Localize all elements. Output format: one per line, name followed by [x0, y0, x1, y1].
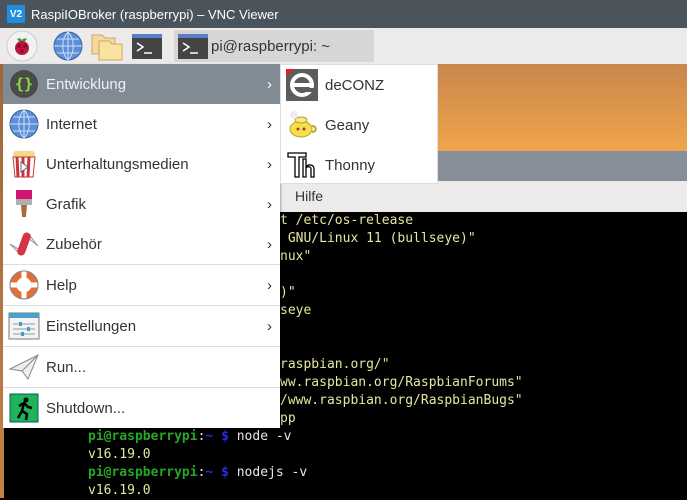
prompt-dollar: $	[221, 429, 229, 444]
window-title: RaspiIOBroker (raspberrypi) – VNC Viewer	[31, 6, 279, 22]
menu-item-zubehoer[interactable]: Zubehör ›	[3, 224, 280, 264]
file-manager-button[interactable]	[90, 30, 124, 62]
terminal-line: GNU/Linux 11 (bullseye)"	[280, 231, 476, 246]
submenu-item-label: Geany	[325, 116, 370, 134]
menu-item-label: Einstellungen	[46, 317, 137, 335]
submenu-item-thonny[interactable]: Thonny	[281, 145, 437, 185]
chevron-right-icon: ›	[267, 235, 272, 253]
terminal-launcher-button[interactable]	[130, 30, 164, 62]
menu-item-einstellungen[interactable]: Einstellungen ›	[3, 306, 280, 346]
chevron-right-icon: ›	[267, 195, 272, 213]
menu-item-entwicklung[interactable]: {} Entwicklung ›	[3, 64, 280, 104]
prompt-command: nodejs -v	[228, 465, 308, 480]
menu-item-label: Unterhaltungsmedien	[46, 155, 189, 173]
terminal-icon	[178, 34, 208, 59]
chevron-right-icon: ›	[267, 317, 272, 335]
vnc-logo-icon: V2	[7, 5, 25, 23]
prompt-user: pi@raspberrypi	[88, 465, 198, 480]
svg-text:{}: {}	[15, 75, 33, 93]
globe-icon	[53, 31, 83, 61]
terminal-line: )"	[280, 285, 296, 300]
menu-item-label: Internet	[46, 115, 97, 133]
menu-item-grafik[interactable]: Grafik ›	[3, 184, 280, 224]
application-menu: {} Entwicklung › Internet › Unterhaltungsm…	[3, 64, 280, 428]
paper-plane-icon	[8, 351, 40, 383]
submenu-item-label: deCONZ	[325, 76, 385, 94]
popcorn-icon	[8, 148, 40, 180]
submenu-item-geany[interactable]: Geany	[281, 105, 437, 145]
geany-teapot-icon	[286, 109, 318, 141]
menu-item-label: Grafik	[46, 195, 87, 213]
prompt-user: pi@raspberrypi	[88, 429, 198, 444]
terminal-line: nux"	[280, 249, 312, 264]
menu-help[interactable]: Hilfe	[295, 188, 323, 204]
exit-running-man-icon	[8, 392, 40, 424]
entwicklung-submenu: deCONZ Geany Thonny	[280, 64, 438, 184]
browser-button[interactable]	[51, 30, 85, 62]
prompt-command: node -v	[228, 429, 292, 444]
menu-item-run[interactable]: Run...	[3, 347, 280, 387]
menu-item-label: Help	[46, 276, 77, 294]
paintbrush-icon	[8, 188, 40, 220]
terminal-output-line: v16.19.0	[88, 483, 151, 498]
menu-item-label: Shutdown...	[46, 399, 126, 417]
chevron-right-icon: ›	[267, 115, 272, 133]
menu-item-internet[interactable]: Internet ›	[3, 104, 280, 144]
prompt-path: ~	[205, 429, 214, 444]
terminal-line: seye	[280, 303, 312, 318]
menu-item-help[interactable]: Help ›	[3, 265, 280, 305]
menu-item-label: Entwicklung	[46, 75, 127, 93]
thonny-icon	[286, 149, 318, 181]
taskbar-terminal-task[interactable]: pi@raspberrypi: ~	[174, 30, 374, 62]
prompt-path: ~	[205, 465, 214, 480]
globe-icon	[8, 108, 40, 140]
code-braces-icon: {}	[8, 68, 40, 100]
terminal-prompt-line: pi@raspberrypi:~ $ nodejs -v	[88, 464, 307, 482]
terminal-line: /www.raspbian.org/RaspbianBugs"	[280, 393, 523, 408]
terminal-line: pp	[280, 411, 296, 426]
menu-item-unterhaltungsmedien[interactable]: Unterhaltungsmedien ›	[3, 144, 280, 184]
menu-item-shutdown[interactable]: Shutdown...	[3, 388, 280, 428]
menu-item-label: Run...	[46, 358, 87, 376]
taskbar-panel: pi@raspberrypi: ~	[0, 28, 687, 64]
raspberry-menu-icon	[6, 30, 38, 62]
chevron-right-icon: ›	[267, 276, 272, 294]
submenu-item-deconz[interactable]: deCONZ	[281, 65, 437, 105]
window-titlebar: V2 RaspiIOBroker (raspberrypi) – VNC Vie…	[0, 0, 687, 28]
terminal-prompt-line: pi@raspberrypi:~ $ node -v	[88, 428, 292, 446]
settings-sliders-icon	[8, 310, 40, 342]
pocketknife-icon	[8, 228, 40, 260]
terminal-icon	[132, 34, 162, 59]
submenu-item-label: Thonny	[325, 156, 376, 174]
chevron-right-icon: ›	[267, 155, 272, 173]
lifebuoy-icon	[8, 269, 40, 301]
menu-item-label: Zubehör	[46, 235, 102, 253]
task-label: pi@raspberrypi: ~	[211, 37, 331, 55]
prompt-dollar: $	[221, 465, 229, 480]
folder-icon	[91, 34, 123, 61]
raspberry-menu-button[interactable]	[3, 30, 41, 62]
terminal-line: raspbian.org/"	[280, 357, 390, 372]
terminal-line: ww.raspbian.org/RaspbianForums"	[280, 375, 523, 390]
terminal-line: t /etc/os-release	[280, 213, 414, 228]
chevron-right-icon: ›	[267, 75, 272, 93]
terminal-output-line: v16.19.0	[88, 447, 151, 462]
deconz-icon	[286, 69, 318, 101]
